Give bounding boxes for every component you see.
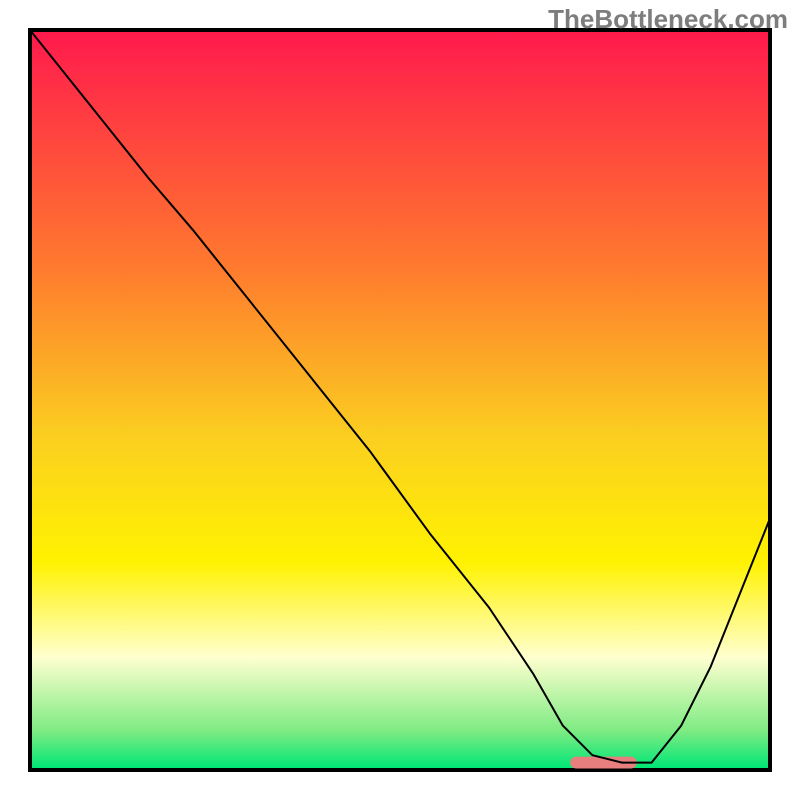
bottleneck-chart: [0, 0, 800, 800]
watermark-text: TheBottleneck.com: [548, 4, 788, 35]
plot-background: [32, 32, 768, 768]
